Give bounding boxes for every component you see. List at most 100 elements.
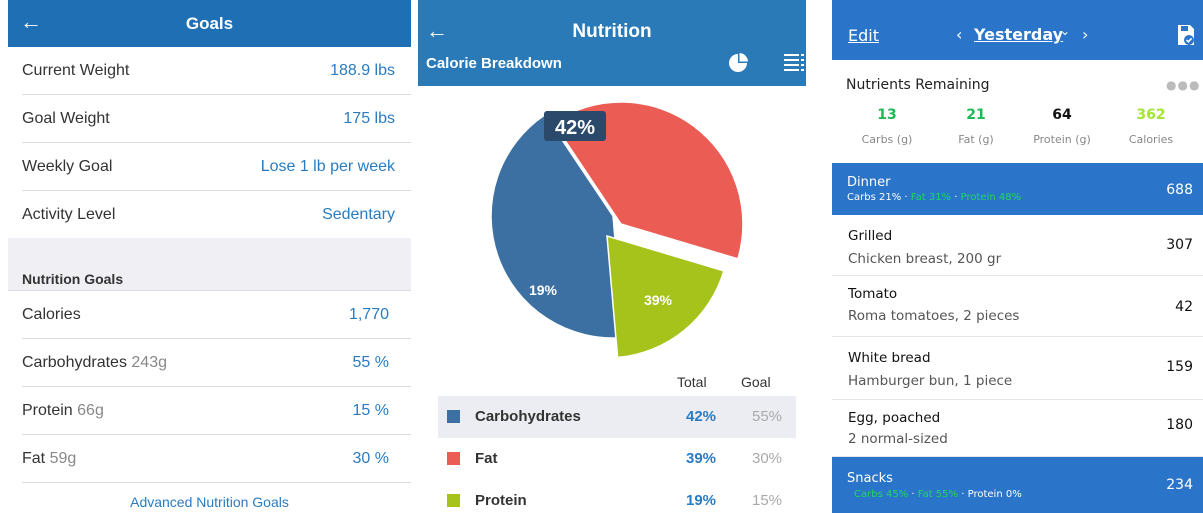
macro-unit: Protein (g)	[1033, 133, 1091, 146]
macro-unit: Calories	[1128, 133, 1174, 146]
diary-screen: Edit ‹ Yesterday ⌄ › Nutrients Remaining…	[832, 0, 1203, 513]
calorie-pie-chart: 42% 39% 19%	[490, 101, 744, 359]
food-name: Egg, poached	[848, 410, 941, 426]
row-value: 1,770	[348, 306, 389, 323]
advanced-nutrition-goals-link[interactable]: Advanced Nutrition Goals	[8, 494, 411, 510]
page-title: Nutrition	[572, 21, 652, 42]
legend-total: 42%	[686, 408, 717, 425]
chevron-right-icon[interactable]: ›	[1082, 25, 1088, 44]
legend-goal-header: Goal	[741, 374, 771, 390]
goal-row-activity-level[interactable]: Activity Level Sedentary	[22, 191, 411, 238]
legend-name: Carbohydrates	[475, 408, 581, 425]
pie-label-protein: 19%	[529, 282, 558, 298]
goals-screen: ← Goals Current Weight 188.9 lbs Goal We…	[8, 0, 411, 513]
legend-goal: 30%	[752, 450, 783, 467]
food-description: Chicken breast, 200 gr	[848, 251, 1002, 267]
row-label: Calories	[22, 306, 81, 323]
row-label: Weekly Goal	[22, 158, 113, 175]
page-title: Goals	[185, 14, 234, 33]
macro-unit: Fat (g)	[958, 133, 994, 146]
list-icon[interactable]	[784, 52, 806, 74]
meal-name: Dinner	[847, 175, 891, 190]
row-label: Protein 66g	[22, 402, 104, 419]
meal-macro-split: Carbs 45% · Fat 55% · Protein 0%	[854, 489, 1022, 500]
food-calories: 180	[1166, 417, 1193, 433]
chevron-left-icon[interactable]: ‹	[956, 25, 962, 44]
legend-swatch	[447, 452, 460, 465]
food-name: White bread	[848, 350, 931, 366]
row-value: 30 %	[352, 450, 389, 467]
macro-calories: 362 Calories	[1111, 107, 1191, 146]
meal-calories: 234	[1166, 477, 1193, 493]
legend-row-protein[interactable]: Protein 19% 15%	[438, 480, 796, 513]
macro-value: 362	[1136, 107, 1166, 123]
row-label: Goal Weight	[22, 110, 110, 127]
food-item[interactable]: Grilled Chicken breast, 200 gr 307	[832, 215, 1203, 276]
legend-swatch	[447, 410, 460, 423]
row-value: 55 %	[352, 354, 389, 371]
goals-header: ← Goals	[8, 0, 411, 47]
macro-value: 64	[1052, 107, 1072, 123]
legend-goal: 15%	[752, 492, 783, 509]
more-dots-icon[interactable]: ●●●	[1166, 78, 1200, 92]
section-spacer	[8, 238, 411, 266]
pie-chart-icon[interactable]	[728, 52, 749, 73]
goal-row-goal-weight[interactable]: Goal Weight 175 lbs	[22, 95, 411, 143]
legend-total: 39%	[686, 450, 717, 467]
food-description: Hamburger bun, 1 piece	[848, 373, 1013, 389]
food-name: Grilled	[848, 228, 893, 244]
row-label: Carbohydrates 243g	[22, 354, 167, 371]
nutrition-row-protein[interactable]: Protein 66g 15 %	[22, 387, 411, 435]
legend-total-header: Total	[677, 374, 707, 390]
diary-header: Edit ‹ Yesterday ⌄ ›	[832, 0, 1203, 60]
macro-protein: 64 Protein (g)	[1022, 107, 1102, 146]
date-selector[interactable]: Yesterday	[974, 25, 1063, 44]
food-item[interactable]: Egg, poached 2 normal-sized 180	[832, 400, 1203, 457]
save-check-icon[interactable]	[1177, 24, 1195, 46]
row-value: Sedentary	[322, 206, 395, 223]
macro-value: 13	[877, 107, 897, 123]
goal-row-current-weight[interactable]: Current Weight 188.9 lbs	[22, 47, 411, 95]
legend-row-carbohydrates[interactable]: Carbohydrates 42% 55%	[438, 396, 796, 438]
goal-row-weekly-goal[interactable]: Weekly Goal Lose 1 lb per week	[22, 143, 411, 191]
row-label: Current Weight	[22, 62, 130, 79]
pie-label-fat: 39%	[644, 292, 673, 308]
meal-header-snacks[interactable]: Snacks Carbs 45% · Fat 55% · Protein 0% …	[832, 457, 1203, 513]
macro-unit: Carbs (g)	[861, 133, 913, 146]
meal-name: Snacks	[847, 471, 893, 486]
food-description: Roma tomatoes, 2 pieces	[848, 308, 1020, 324]
legend-goal: 55%	[752, 408, 783, 425]
nutrition-screen: ← Nutrition Calorie Breakdown 42% 39% 19% …	[418, 0, 806, 513]
food-calories: 42	[1175, 299, 1193, 315]
meal-header-dinner[interactable]: Dinner Carbs 21% · Fat 31% · Protein 48%…	[832, 163, 1203, 215]
chevron-down-icon[interactable]: ⌄	[1060, 24, 1070, 38]
nutrition-row-fat[interactable]: Fat 59g 30 %	[22, 435, 411, 483]
meal-macro-split: Carbs 21% · Fat 31% · Protein 48%	[847, 192, 1022, 203]
food-description: 2 normal-sized	[848, 431, 948, 447]
meal-calories: 688	[1166, 182, 1193, 198]
macro-fat: 21 Fat (g)	[936, 107, 1016, 146]
edit-button[interactable]: Edit	[848, 26, 879, 45]
legend-row-fat[interactable]: Fat 39% 30%	[438, 438, 796, 480]
legend-total: 19%	[686, 492, 717, 509]
nutrition-row-calories[interactable]: Calories 1,770	[22, 291, 411, 339]
food-calories: 307	[1166, 237, 1193, 253]
nutrition-row-carbohydrates[interactable]: Carbohydrates 243g 55 %	[22, 339, 411, 387]
macro-carbs: 13 Carbs (g)	[847, 107, 927, 146]
legend-name: Protein	[475, 492, 527, 509]
calorie-breakdown-label: Calorie Breakdown	[426, 55, 562, 72]
row-value: 15 %	[352, 402, 389, 419]
nutrition-header: ← Nutrition Calorie Breakdown	[418, 0, 806, 86]
nutrients-remaining-title: Nutrients Remaining	[846, 77, 990, 93]
food-item[interactable]: White bread Hamburger bun, 1 piece 159	[832, 337, 1203, 400]
food-name: Tomato	[848, 286, 898, 302]
legend-swatch	[447, 494, 460, 507]
nutrition-goals-heading: Nutrition Goals	[8, 266, 411, 291]
row-label: Activity Level	[22, 206, 116, 223]
pie-label-carbohydrates: 42%	[555, 117, 595, 139]
row-label: Fat 59g	[22, 450, 77, 467]
legend-name: Fat	[475, 450, 498, 467]
food-item[interactable]: Tomato Roma tomatoes, 2 pieces 42	[832, 276, 1203, 337]
macro-value: 21	[966, 107, 986, 123]
row-value: 188.9 lbs	[330, 62, 395, 79]
